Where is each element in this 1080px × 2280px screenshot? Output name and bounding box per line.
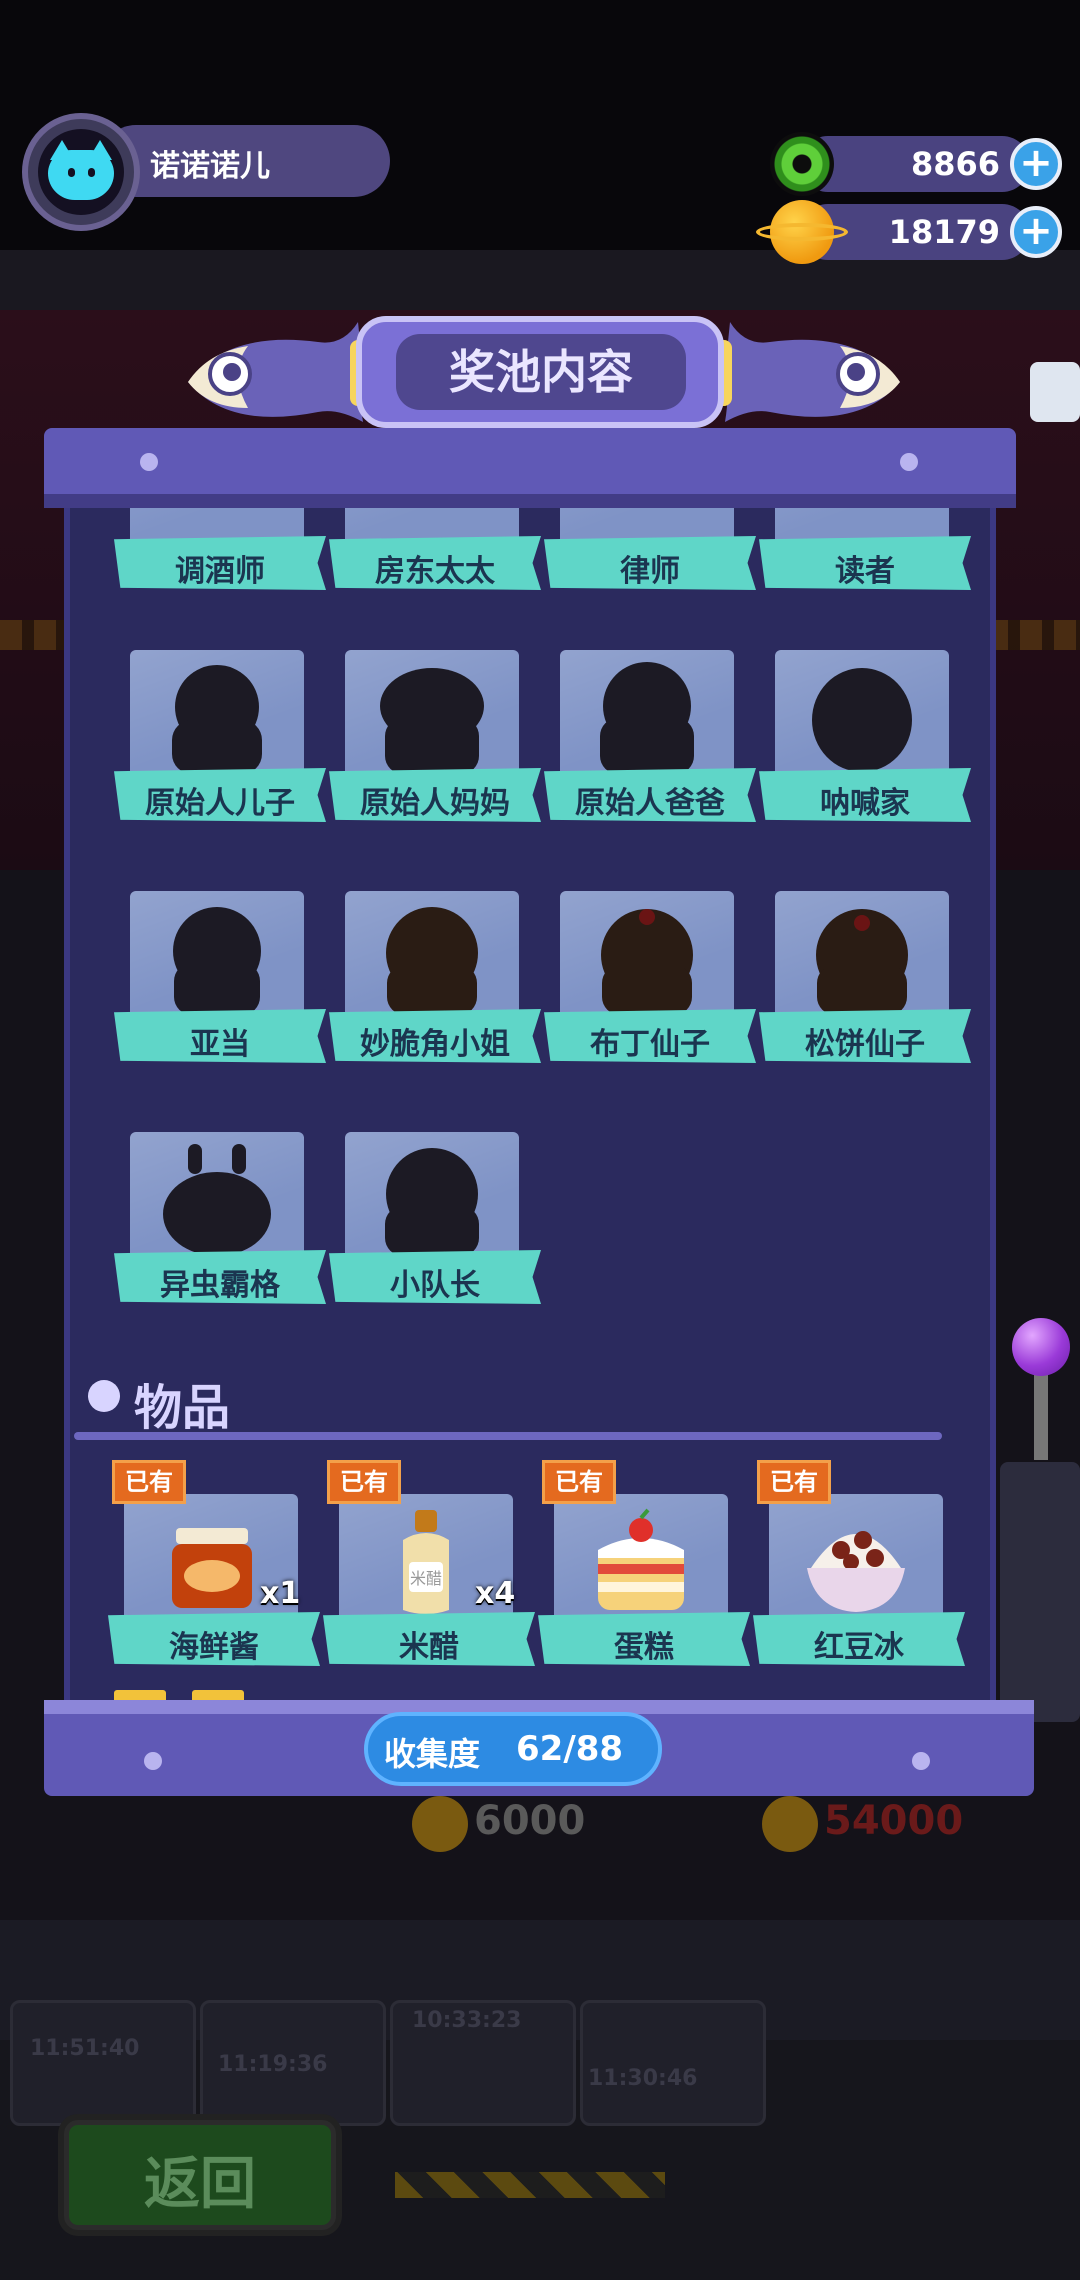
character-silhouette-icon xyxy=(172,665,262,774)
coin-icon xyxy=(412,1796,468,1852)
background-shelf xyxy=(580,2000,766,2126)
item-quantity: x4 xyxy=(475,1576,516,1611)
character-card[interactable]: 小队长 xyxy=(329,1132,541,1304)
item-name: 蛋糕 xyxy=(614,1630,674,1665)
character-name: 调酒师 xyxy=(175,554,265,589)
background-shelf xyxy=(10,2000,196,2126)
back-button[interactable]: 返回 xyxy=(64,2120,336,2230)
character-silhouette-icon xyxy=(173,907,261,1015)
item-quantity: x1 xyxy=(260,1576,301,1611)
cat-eye xyxy=(88,168,95,177)
rivet xyxy=(900,453,918,471)
character-name: 原始人儿子 xyxy=(145,786,295,821)
character-silhouette-icon xyxy=(380,668,484,774)
character-card[interactable]: 异虫霸格 xyxy=(114,1132,326,1304)
character-name: 异虫霸格 xyxy=(160,1268,280,1303)
character-card[interactable]: 妙脆角小姐 xyxy=(329,891,541,1063)
item-name: 米醋 xyxy=(399,1630,459,1665)
character-name: 原始人妈妈 xyxy=(360,786,510,821)
section-bullet xyxy=(88,1380,120,1412)
side-tab-icon xyxy=(1030,362,1080,422)
owned-badge: 已有 xyxy=(757,1460,831,1504)
background-timer: 10:33:23 xyxy=(412,2008,522,2033)
character-name: 小队长 xyxy=(390,1268,480,1303)
item-name: 红豆冰 xyxy=(814,1630,904,1665)
character-name: 亚当 xyxy=(190,1027,250,1062)
panel-title: 奖池内容 xyxy=(449,345,633,399)
character-name: 读者 xyxy=(835,554,895,589)
fish-right-icon xyxy=(725,322,900,422)
character-name: 原始人爸爸 xyxy=(575,786,725,821)
character-silhouette-icon xyxy=(600,662,694,774)
item-card[interactable]: 红豆冰 已有 xyxy=(753,1460,965,1666)
svg-text:米醋: 米醋 xyxy=(410,1569,442,1588)
character-silhouette-icon xyxy=(386,907,478,1015)
player-name: 诺诺诺儿 xyxy=(150,149,270,184)
sauce-jar-icon xyxy=(172,1528,252,1608)
character-silhouette-icon xyxy=(816,909,908,1015)
character-card[interactable]: 原始人爸爸 xyxy=(544,650,756,822)
background-price: 6000 xyxy=(474,1798,586,1844)
item-card[interactable]: 蛋糕 已有 xyxy=(538,1460,750,1666)
owned-badge: 已有 xyxy=(112,1460,186,1504)
section-divider xyxy=(74,1432,942,1440)
character-name: 呐喊家 xyxy=(820,786,910,821)
character-card[interactable]: 原始人儿子 xyxy=(114,650,326,822)
lever-knob[interactable] xyxy=(1012,1318,1070,1376)
coin-icon xyxy=(762,1796,818,1852)
item-name: 海鲜酱 xyxy=(169,1630,259,1665)
background-price: 54000 xyxy=(824,1798,964,1844)
background-timer: 11:30:46 xyxy=(588,2066,698,2091)
cat-avatar-icon xyxy=(48,150,114,200)
background-timer: 11:51:40 xyxy=(30,2036,140,2061)
rivet xyxy=(144,1752,162,1770)
character-card[interactable]: 布丁仙子 xyxy=(544,891,756,1063)
character-card[interactable]: 读者 xyxy=(759,508,971,590)
rivet xyxy=(140,453,158,471)
owned-badge: 已有 xyxy=(327,1460,401,1504)
fish-left-icon xyxy=(188,322,363,422)
add-planet-button[interactable]: + xyxy=(1010,206,1062,258)
background-timer: 11:19:36 xyxy=(218,2052,328,2077)
cake-icon xyxy=(598,1508,684,1610)
character-name: 松饼仙子 xyxy=(805,1027,925,1062)
donut-currency-icon xyxy=(770,132,834,196)
character-silhouette-icon xyxy=(812,668,912,772)
cat-eye xyxy=(68,168,75,177)
lever-stick xyxy=(1034,1370,1048,1460)
collection-label: 收集度 xyxy=(384,1735,481,1773)
items-section-title: 物品 xyxy=(134,1380,231,1436)
character-name: 律师 xyxy=(620,554,680,589)
character-silhouette-icon xyxy=(601,909,693,1015)
hazard-stripe xyxy=(395,2172,665,2198)
collection-value: 62/88 xyxy=(516,1729,624,1769)
panel-header-edge xyxy=(44,494,1016,508)
character-silhouette-icon xyxy=(163,1144,271,1256)
item-card[interactable]: x1 海鲜酱 已有 xyxy=(108,1460,320,1666)
back-button-label: 返回 xyxy=(144,2152,256,2217)
character-name: 布丁仙子 xyxy=(590,1027,710,1062)
character-card[interactable]: 律师 xyxy=(544,508,756,590)
character-name: 妙脆角小姐 xyxy=(360,1027,510,1062)
character-name: 房东太太 xyxy=(375,554,495,589)
item-card[interactable]: 米醋 x4 米醋 已有 xyxy=(323,1460,535,1666)
character-card[interactable]: 调酒师 xyxy=(114,508,326,590)
character-card[interactable]: 亚当 xyxy=(114,891,326,1063)
character-card[interactable]: 房东太太 xyxy=(329,508,541,590)
red-bean-ice-icon xyxy=(807,1531,905,1612)
character-card[interactable]: 呐喊家 xyxy=(759,650,971,822)
owned-badge: 已有 xyxy=(542,1460,616,1504)
character-card[interactable]: 原始人妈妈 xyxy=(329,650,541,822)
lever-housing xyxy=(1000,1462,1080,1722)
vinegar-bottle-icon: 米醋 xyxy=(403,1510,449,1614)
rivet xyxy=(912,1752,930,1770)
character-card[interactable]: 松饼仙子 xyxy=(759,891,971,1063)
planet-ring xyxy=(756,223,848,241)
add-donut-button[interactable]: + xyxy=(1010,138,1062,190)
character-silhouette-icon xyxy=(385,1148,479,1256)
